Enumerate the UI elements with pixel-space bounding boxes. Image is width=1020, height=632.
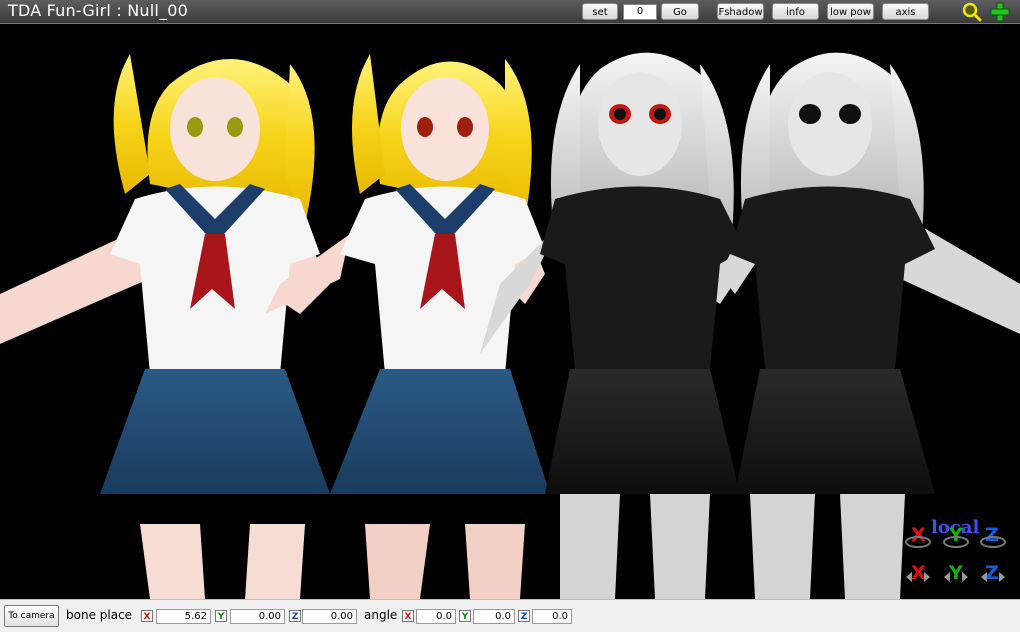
place-y-tag: Y [215,610,227,622]
window-title: TDA Fun-Girl : Null_00 [8,1,189,20]
bone-place-label: bone place [66,608,133,622]
frame-input[interactable]: 0 [623,4,657,20]
info-button[interactable]: info [772,3,819,20]
angle-label: angle [364,608,398,622]
3d-viewport[interactable]: local X Y Z X Y Z [0,24,1020,599]
place-z-tag: Z [289,610,301,622]
translate-arrow-icons [906,572,1005,582]
model-render [0,52,1020,599]
place-x-field[interactable]: 5.62 [156,609,211,624]
move-cross-icon[interactable] [990,2,1010,22]
rotate-ring-icons [905,536,1006,548]
title-bar: TDA Fun-Girl : Null_00 set 0 Go Fshadow … [0,0,1020,24]
axis-button[interactable]: axis [882,3,929,20]
set-button[interactable]: set [582,3,618,20]
angle-z-tag: Z [518,610,530,622]
bone-edit-bar: To camera bone place X 5.62 Y 0.00 Z 0.0… [0,599,1020,632]
angle-x-tag: X [402,610,414,622]
figure-1 [0,54,330,599]
angle-y-field[interactable]: 0.0 [473,609,515,624]
place-y-field[interactable]: 0.00 [230,609,285,624]
magnifier-icon[interactable] [962,2,982,22]
fshadow-button[interactable]: Fshadow [717,3,764,20]
angle-z-field[interactable]: 0.0 [532,609,572,624]
low-pow-button[interactable]: low pow [827,3,874,20]
angle-y-tag: Y [459,610,471,622]
angle-x-field[interactable]: 0.0 [416,609,456,624]
place-z-field[interactable]: 0.00 [302,609,357,624]
to-camera-button[interactable]: To camera [4,605,59,627]
place-x-tag: X [141,610,153,622]
go-button[interactable]: Go [661,3,699,20]
